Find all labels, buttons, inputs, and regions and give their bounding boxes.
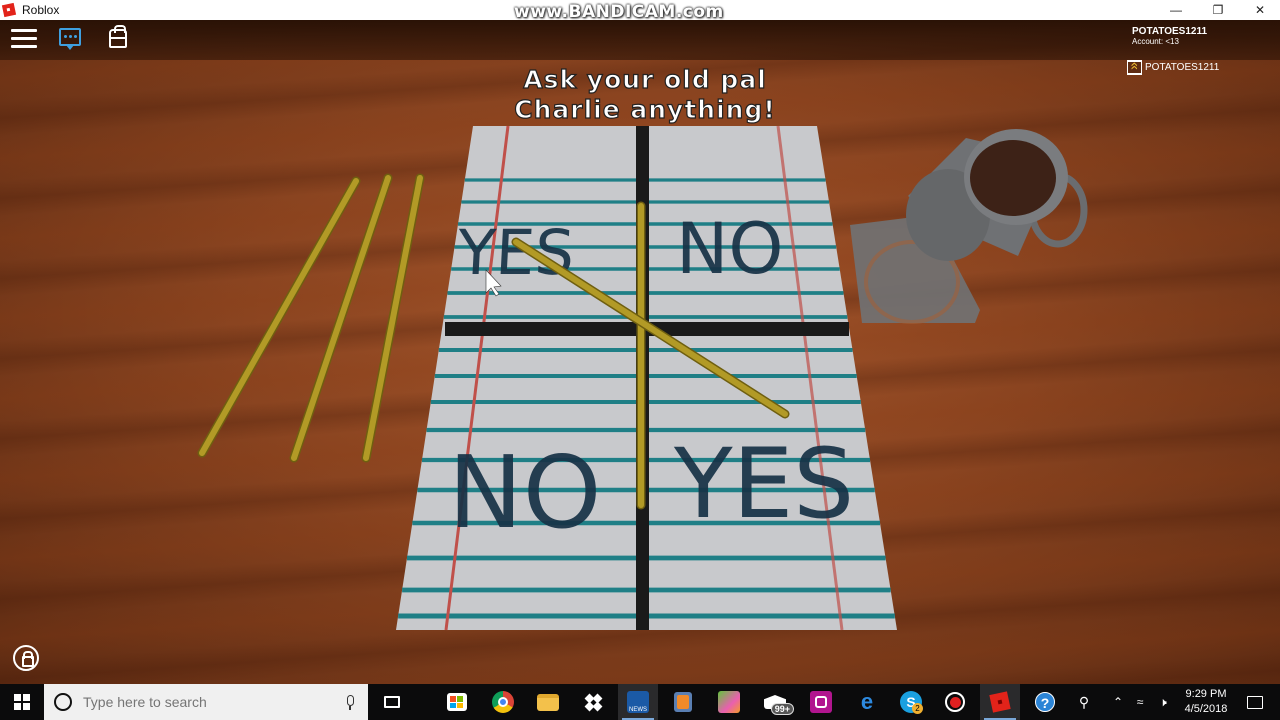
taskbar-app-dropbox[interactable]	[576, 684, 610, 720]
action-center-button[interactable]	[1240, 684, 1270, 720]
cortana-icon	[54, 693, 72, 711]
roblox-logo-icon	[1, 2, 17, 18]
scene-svg: YES NO NO YES	[197, 125, 1088, 631]
minimize-button[interactable]: —	[1153, 0, 1199, 20]
close-button[interactable]: ✕	[1237, 0, 1280, 20]
label-bottom-right: YES	[673, 428, 854, 540]
windows-taskbar: NEWS 99+ e S2 ? ⚲ ⌃ ≈ 🕨 9:29 PM 4/5/2018	[0, 684, 1280, 720]
taskbar-app-mail[interactable]: 99+	[758, 684, 794, 720]
window-titlebar: Roblox www.BANDICAM.com — ❐ ✕	[0, 0, 1280, 22]
shift-lock-button[interactable]	[13, 645, 39, 671]
folder-icon	[537, 693, 559, 711]
windows-logo-icon	[14, 694, 30, 710]
taskbar-app-store[interactable]	[440, 684, 474, 720]
edge-icon: e	[860, 689, 874, 714]
store-icon	[447, 693, 467, 711]
skype-badge: 2	[912, 703, 923, 714]
taskbar-app-instagram[interactable]	[804, 684, 838, 720]
play-icon	[674, 692, 692, 712]
help-icon: ?	[1035, 692, 1055, 712]
bandicam-watermark: www.BANDICAM.com	[514, 2, 724, 22]
volume-icon: 🕨	[1159, 694, 1167, 709]
volume-button[interactable]: 🕨	[1152, 684, 1174, 720]
pencil	[199, 178, 359, 456]
taskbar-app-candy-crush[interactable]	[712, 684, 746, 720]
instagram-icon	[810, 691, 832, 713]
taskbar-app-abc-news[interactable]: NEWS	[618, 684, 658, 720]
search-input[interactable]	[83, 694, 333, 710]
dropbox-icon	[583, 692, 603, 712]
abc-news-icon: NEWS	[627, 691, 649, 713]
taskbar-app-get-help[interactable]: ?	[1028, 684, 1062, 720]
chevron-up-icon: ⌃	[1112, 695, 1124, 709]
task-view-button[interactable]	[378, 684, 406, 720]
window-title: Roblox	[22, 3, 60, 17]
taskbar-app-chrome[interactable]	[486, 684, 520, 720]
taskbar-app-edge[interactable]: e	[850, 684, 884, 720]
abc-news-label: NEWS	[629, 707, 647, 713]
close-icon: ✕	[1254, 3, 1266, 17]
pencils-loose	[197, 173, 425, 463]
roblox-icon	[989, 691, 1011, 713]
microphone-icon[interactable]	[347, 695, 354, 710]
taskbar-app-bandicam[interactable]	[938, 684, 972, 720]
coffee-mug	[970, 140, 1056, 216]
restore-button[interactable]: ❐	[1195, 0, 1241, 20]
taskbar-clock[interactable]: 9:29 PM 4/5/2018	[1178, 687, 1234, 717]
candy-crush-icon	[718, 691, 740, 713]
restore-icon: ❐	[1212, 3, 1224, 17]
wifi-icon: ≈	[1136, 695, 1144, 709]
label-top-left: YES	[455, 216, 576, 289]
task-view-icon	[384, 696, 400, 708]
taskbar-app-media[interactable]	[666, 684, 700, 720]
clock-time: 9:29 PM	[1185, 688, 1227, 700]
label-top-right: NO	[676, 208, 783, 290]
start-button[interactable]	[0, 684, 44, 720]
mail-badge: 99+	[770, 703, 794, 715]
people-icon: ⚲	[1078, 693, 1090, 710]
answer-board: YES NO NO YES	[396, 125, 897, 631]
record-icon	[945, 692, 965, 712]
label-bottom-left: NO	[448, 434, 602, 551]
taskbar-search[interactable]	[44, 684, 368, 720]
people-button[interactable]: ⚲	[1072, 684, 1096, 720]
chrome-icon	[492, 691, 514, 713]
minimize-icon: —	[1170, 3, 1182, 17]
clock-date: 4/5/2018	[1184, 703, 1228, 715]
game-viewport[interactable]: POTATOES1211 Account: <13 POTATOES1211 A…	[0, 20, 1280, 684]
tray-chevron-button[interactable]: ⌃	[1108, 684, 1128, 720]
taskbar-app-explorer[interactable]	[531, 684, 565, 720]
action-center-icon	[1247, 695, 1263, 709]
taskbar-app-skype[interactable]: S2	[894, 684, 928, 720]
coffee-mug-group	[850, 129, 1088, 324]
network-button[interactable]: ≈	[1130, 684, 1150, 720]
taskbar-app-roblox[interactable]	[980, 684, 1020, 720]
